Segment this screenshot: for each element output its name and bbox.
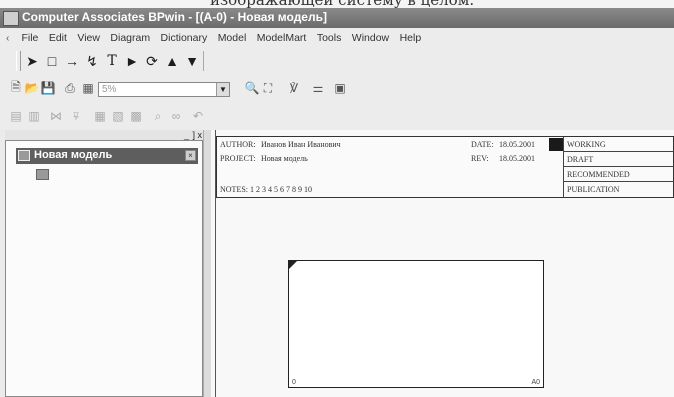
zoom-icon[interactable]: 🔍	[244, 80, 260, 96]
status-rule-1	[563, 151, 674, 152]
date-label: DATE:	[471, 140, 494, 149]
triangle-down-icon[interactable]: ▼	[184, 53, 200, 69]
status-divider	[563, 137, 564, 197]
model-explorer: Новая модель ×	[5, 140, 203, 397]
search-icon[interactable]: ⌕	[150, 108, 166, 124]
close-icon[interactable]: x	[198, 130, 203, 140]
restore-icon[interactable]: ]	[192, 130, 195, 140]
menu-tools[interactable]: Tools	[314, 29, 345, 44]
link-icon[interactable]: ∞	[168, 108, 184, 124]
menu-bar: ‹ File Edit View Diagram Dictionary Mode…	[0, 28, 674, 48]
pane-splitter[interactable]	[203, 130, 211, 397]
format-toolbar: ▤ ▥ ⋈ ⍫ ▦ ▧ ▩ ⌕ ∞ ↶	[0, 102, 674, 130]
align-center-icon[interactable]: ▥	[26, 108, 42, 124]
grid-icon[interactable]: ▦	[92, 108, 108, 124]
toolbar-grip[interactable]	[16, 51, 21, 71]
status-rule-3	[563, 181, 674, 182]
app-icon	[3, 11, 19, 26]
box-icon[interactable]: □	[44, 53, 60, 69]
tree-item-diagram-icon[interactable]	[36, 169, 49, 180]
join-icon[interactable]: ⋈	[48, 108, 64, 124]
tree-item-label: Новая модель	[34, 149, 113, 161]
status-rule-2	[563, 166, 674, 167]
undo-icon[interactable]: ↶	[190, 108, 206, 124]
rev-value: 18.05.2001	[499, 154, 535, 163]
chevron-down-icon[interactable]: ▼	[216, 83, 229, 96]
menu-help[interactable]: Help	[397, 29, 425, 44]
menu-model[interactable]: Model	[215, 29, 250, 44]
window-title: Computer Associates BPwin - [(A-0) - Нов…	[22, 10, 327, 24]
idef0-frame-header: AUTHOR: Иванов Иван Иванович PROJECT: Но…	[216, 136, 674, 198]
open-icon[interactable]: 📂	[24, 80, 40, 96]
close-model-icon[interactable]: ▣	[332, 80, 348, 96]
tree-item-model[interactable]: Новая модель ×	[16, 148, 198, 164]
menu-file[interactable]: File	[18, 29, 41, 44]
model-explorer-icon[interactable]: ▦	[80, 80, 96, 96]
menu-dictionary[interactable]: Dictionary	[158, 29, 211, 44]
status-recommended: RECOMMENDED	[567, 170, 630, 179]
fit-icon[interactable]: ⛶	[260, 80, 276, 96]
text-tool-icon[interactable]: T	[104, 53, 120, 69]
menu-window[interactable]: Window	[349, 29, 392, 44]
box-number-right: A0	[531, 379, 540, 386]
status-draft: DRAFT	[567, 155, 594, 164]
zoom-combo-value: 5%	[102, 84, 117, 95]
menu-edit[interactable]: Edit	[46, 29, 70, 44]
document-caption-strip: изображающей систему в целом.	[0, 0, 674, 8]
standard-toolbar: 🗎 📂 💾 ⎙ ▦ 5% ▼ 🔍 ⛶ ℣ ⚌ ▣	[0, 74, 674, 102]
save-icon[interactable]: 💾	[40, 80, 56, 96]
table-icon[interactable]: ▧	[110, 108, 126, 124]
project-value: Новая модель	[261, 154, 308, 163]
date-value: 18.05.2001	[499, 140, 535, 149]
menu-view[interactable]: View	[74, 29, 103, 44]
mdi-restore-icon[interactable]: ‹	[0, 33, 14, 44]
collapse-icon[interactable]: ×	[185, 150, 196, 161]
print-icon[interactable]: ⎙	[62, 80, 78, 96]
layout-icon[interactable]: ▩	[128, 108, 144, 124]
minimize-icon[interactable]: _	[184, 130, 189, 140]
rev-label: REV:	[471, 154, 489, 163]
explorer-header: _ ] x	[5, 130, 203, 140]
rotate-icon[interactable]: ⟳	[144, 53, 160, 69]
activity-box[interactable]: 0 A0	[288, 260, 544, 388]
arrow-icon[interactable]: →	[64, 53, 80, 69]
status-working: WORKING	[567, 140, 606, 149]
author-label: AUTHOR:	[220, 140, 256, 149]
report-icon[interactable]: ⚌	[310, 80, 326, 96]
working-indicator	[549, 138, 563, 151]
author-value: Иванов Иван Иванович	[261, 140, 341, 149]
document-caption: изображающей систему в целом.	[210, 0, 474, 8]
status-publication: PUBLICATION	[567, 185, 620, 194]
notes-line: NOTES: 1 2 3 4 5 6 7 8 9 10	[220, 185, 312, 194]
align-left-icon[interactable]: ▤	[8, 108, 24, 124]
pointer-icon[interactable]: ➤	[24, 53, 40, 69]
zoom-combo[interactable]: 5% ▼	[98, 82, 230, 97]
play-icon[interactable]: ►	[124, 53, 140, 69]
menu-modelmart[interactable]: ModelMart	[254, 29, 310, 44]
new-icon[interactable]: 🗎	[8, 80, 24, 96]
title-bar[interactable]: Computer Associates BPwin - [(A-0) - Нов…	[0, 8, 674, 28]
toolbar-divider	[203, 51, 204, 71]
spell-icon[interactable]: ℣	[286, 80, 302, 96]
box-number-left: 0	[292, 379, 296, 386]
menu-diagram[interactable]: Diagram	[107, 29, 153, 44]
model-icon	[18, 150, 30, 161]
box-corner-marker	[289, 261, 297, 269]
squiggle-icon[interactable]: ↯	[84, 53, 100, 69]
branch-icon[interactable]: ⍫	[68, 108, 84, 124]
project-label: PROJECT:	[220, 154, 256, 163]
drawing-toolbar: ➤ □ → ↯ T ► ⟳ ▲ ▼	[0, 48, 674, 74]
triangle-up-icon[interactable]: ▲	[164, 53, 180, 69]
